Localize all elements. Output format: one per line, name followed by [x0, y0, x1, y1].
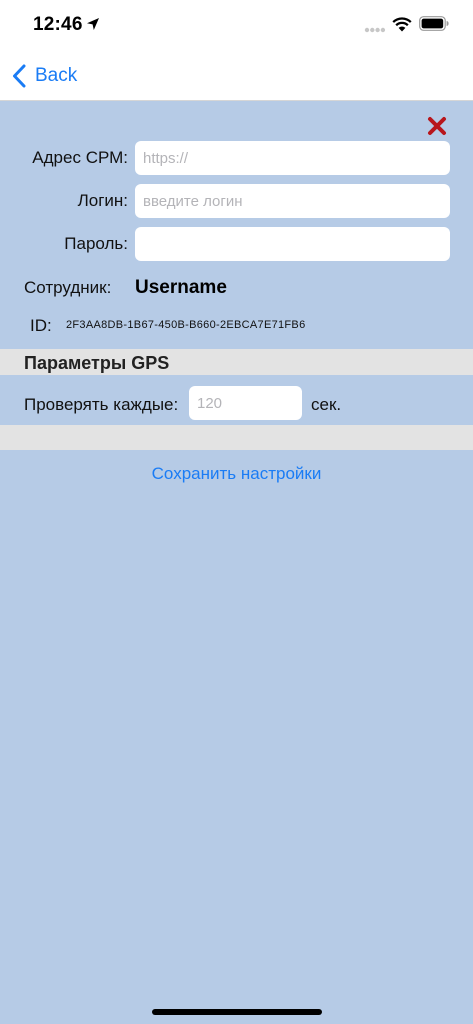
back-button[interactable]: Back	[12, 62, 77, 90]
home-indicator	[152, 1009, 322, 1015]
wifi-icon	[392, 17, 412, 32]
chevron-left-icon	[13, 64, 26, 88]
battery-icon	[419, 16, 449, 31]
gps-interval-label: Проверять каждые:	[24, 395, 179, 414]
status-time: 12:46	[33, 14, 83, 35]
login-label: Логин:	[77, 191, 128, 210]
gps-interval-unit: сек.	[311, 395, 342, 414]
gps-interval-input[interactable]	[189, 386, 302, 420]
location-arrow-icon	[87, 18, 99, 30]
id-label: ID:	[30, 316, 52, 335]
login-input[interactable]	[135, 184, 450, 218]
back-label: Back	[35, 65, 78, 86]
id-value: 2F3AA8DB-1B67-450B-B660-2EBCA7E71FB6	[66, 319, 306, 331]
password-label: Пароль:	[64, 234, 128, 253]
employee-label: Сотрудник:	[24, 278, 112, 297]
close-x-icon[interactable]	[427, 116, 447, 136]
status-bar: 12:46	[0, 0, 473, 52]
password-input[interactable]	[135, 227, 450, 261]
cellular-signal-icon	[364, 27, 386, 33]
navigation-bar: Back	[0, 52, 473, 101]
save-settings-button[interactable]: Сохранить настройки	[0, 464, 473, 484]
address-label: Адрес СРМ:	[32, 148, 128, 167]
gps-section-title: Параметры GPS	[24, 353, 170, 373]
section-separator	[0, 425, 473, 450]
employee-value: Username	[135, 277, 227, 298]
address-input[interactable]	[135, 141, 450, 175]
